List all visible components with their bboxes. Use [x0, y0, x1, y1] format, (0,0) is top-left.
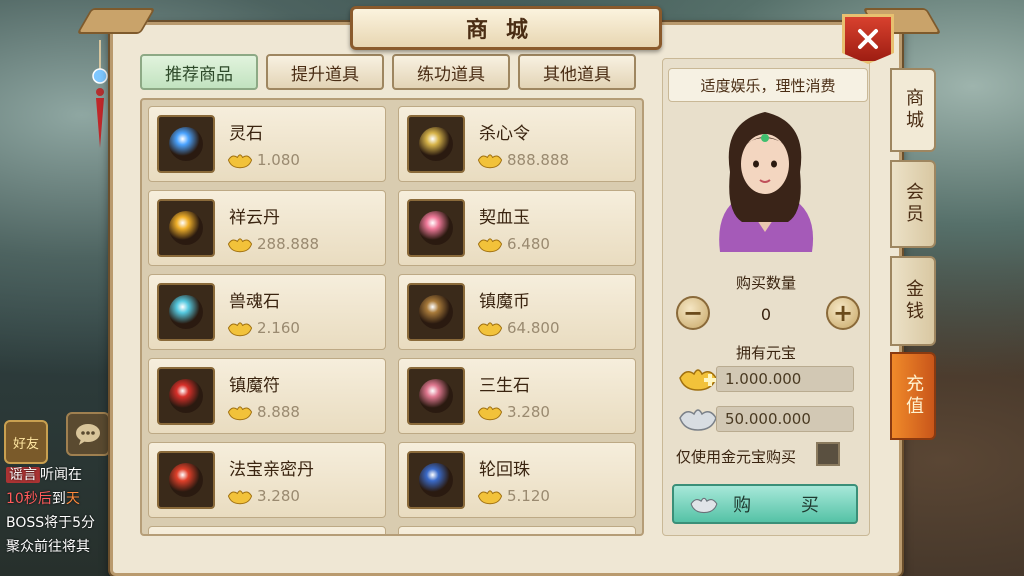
item-card[interactable]: 轮回珠 5.120: [398, 442, 636, 518]
item-name: 契血玉: [479, 208, 530, 228]
item-name: 法宝亲密丹: [229, 460, 314, 480]
item-name: 杀心令: [479, 124, 530, 144]
chat-line-3: BOSS将于5分: [6, 515, 96, 531]
gold-ingot-icon: [227, 487, 253, 505]
item-price: 64.800: [507, 319, 560, 337]
quantity-label: 购买数量: [736, 274, 797, 292]
item-name: 轮回珠: [479, 460, 530, 480]
item-name: 三生石: [479, 376, 530, 396]
item-card[interactable]: 法宝亲密丹 3.280: [148, 442, 386, 518]
silver-ingot-icon: [690, 497, 718, 514]
tab-recommended[interactable]: 推荐商品: [140, 54, 258, 90]
item-card[interactable]: 祥云丹 288.888: [148, 190, 386, 266]
item-card[interactable]: 三生石 3.280: [398, 358, 636, 434]
item-price: 3.280: [257, 487, 300, 505]
gold-ingot-icon: [477, 319, 503, 337]
item-price: 6.480: [507, 235, 550, 253]
gold-only-checkbox[interactable]: [816, 442, 840, 466]
chat-line-1: 谣言 听闻在: [6, 464, 82, 484]
buy-button[interactable]: 购 买: [672, 484, 858, 524]
item-price: 3.280: [507, 403, 550, 421]
item-card-partial: [148, 526, 386, 534]
gold-ingot-icon: [227, 319, 253, 337]
increase-quantity-button[interactable]: +: [826, 296, 860, 330]
character-portrait: [700, 102, 830, 252]
item-price: 2.160: [257, 319, 300, 337]
side-tab-shop[interactable]: 商城: [890, 68, 936, 152]
tab-training-items[interactable]: 练功道具: [392, 54, 510, 90]
item-grid: 灵石 1.080 杀心令 888.888 祥云丹 288.888 契血玉 6.480 兽魂石 2.…: [140, 98, 644, 536]
item-card[interactable]: 契血玉 6.480: [398, 190, 636, 266]
chat-line-4: 聚众前往将其: [6, 539, 90, 555]
friends-button[interactable]: 好友: [4, 420, 48, 464]
decrease-quantity-button[interactable]: −: [676, 296, 710, 330]
chat-line-2: 10秒后到天: [6, 491, 80, 507]
gold-ingot-icon: [477, 151, 503, 169]
side-tab-membership[interactable]: 会员: [890, 160, 936, 248]
rumor-tag: 谣言: [6, 467, 40, 483]
item-card[interactable]: 镇魔币 64.800: [398, 274, 636, 350]
buy-label: 购 买: [733, 495, 841, 516]
chat-overlay: 好友 谣言 听闻在 10秒后到天 BOSS将于5分 聚众前往将其: [0, 412, 112, 576]
item-price: 5.120: [507, 487, 550, 505]
window-title: 商城: [350, 6, 662, 50]
chat-bubble-icon[interactable]: [66, 412, 110, 456]
bronze-coin-icon: [407, 283, 465, 341]
minus-icon: −: [682, 299, 704, 327]
item-price: 8.888: [257, 403, 300, 421]
item-name: 兽魂石: [229, 292, 280, 312]
plus-icon: +: [832, 299, 854, 327]
blue-crystal-icon: [157, 115, 215, 173]
pink-stone-icon: [407, 367, 465, 425]
gold-ingot-icon: [227, 151, 253, 169]
motto-banner: 适度娱乐，理性消费: [668, 68, 868, 102]
item-card[interactable]: 镇魔符 8.888: [148, 358, 386, 434]
cyan-gem-icon: [157, 283, 215, 341]
gold-ingot-icon: [477, 487, 503, 505]
item-price: 888.888: [507, 151, 570, 169]
gold-ingot-plus-icon[interactable]: [678, 364, 718, 392]
gold-ingot-icon: [227, 403, 253, 421]
blue-orb-icon: [407, 451, 465, 509]
item-name: 镇魔币: [479, 292, 530, 312]
tab-other-items[interactable]: 其他道具: [518, 54, 636, 90]
gold-ingot-icon: [227, 235, 253, 253]
item-price: 288.888: [257, 235, 320, 253]
red-pill-icon: [157, 451, 215, 509]
item-name: 祥云丹: [229, 208, 280, 228]
pendant-ornament: [92, 40, 108, 150]
golden-pill-icon: [157, 199, 215, 257]
silver-ingot-balance: 50.000.000: [716, 406, 854, 432]
gold-only-label: 仅使用金元宝购买: [676, 448, 797, 466]
friends-label: 好友: [12, 436, 39, 452]
side-tab-recharge[interactable]: 充值: [890, 352, 936, 440]
quantity-value[interactable]: 0: [712, 300, 820, 328]
owned-ingots-label: 拥有元宝: [736, 344, 797, 362]
item-name: 灵石: [229, 124, 263, 144]
item-price: 1.080: [257, 151, 300, 169]
side-tab-money[interactable]: 金钱: [890, 256, 936, 346]
gold-ingot-icon: [477, 235, 503, 253]
red-talisman-icon: [157, 367, 215, 425]
item-card[interactable]: 灵石 1.080: [148, 106, 386, 182]
golden-token-icon: [407, 115, 465, 173]
pink-jade-icon: [407, 199, 465, 257]
item-card[interactable]: 杀心令 888.888: [398, 106, 636, 182]
gold-ingot-icon: [477, 403, 503, 421]
close-icon: [858, 29, 878, 49]
silver-ingot-icon: [678, 404, 718, 432]
gold-ingot-balance: 1.000.000: [716, 366, 854, 392]
item-card[interactable]: 兽魂石 2.160: [148, 274, 386, 350]
item-card-partial: [398, 526, 636, 534]
tab-upgrade-items[interactable]: 提升道具: [266, 54, 384, 90]
item-name: 镇魔符: [229, 376, 280, 396]
